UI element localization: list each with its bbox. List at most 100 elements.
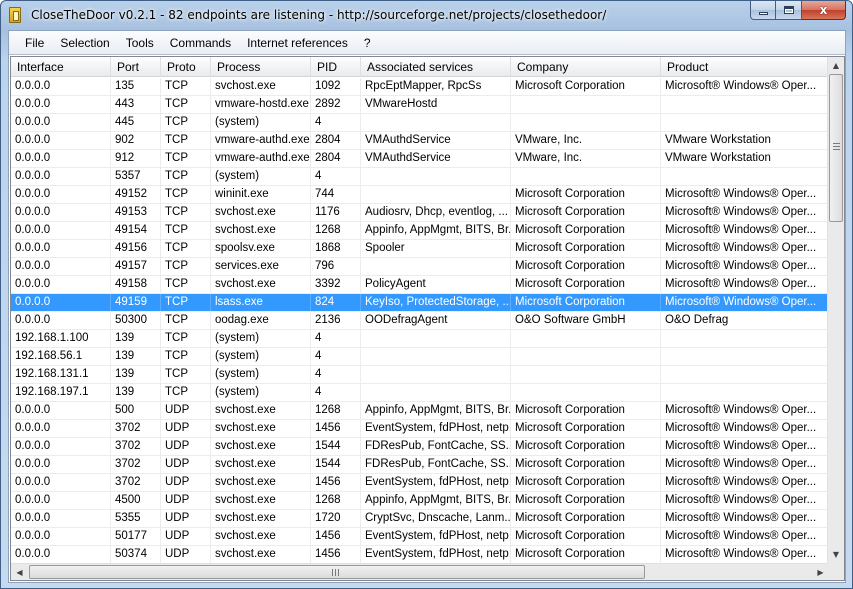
column-header-proto[interactable]: Proto: [161, 57, 211, 77]
column-header-process[interactable]: Process: [211, 57, 311, 77]
table-cell: 1092: [311, 78, 361, 95]
table-cell: Microsoft Corporation: [511, 276, 661, 293]
table-row[interactable]: 0.0.0.0 49157 TCP services.exe 796 Microsoft …: [11, 258, 829, 276]
table-cell: 902: [111, 132, 161, 149]
table-row[interactable]: 0.0.0.0 49154 TCP svchost.exe 1268 Appinfo, A…: [11, 222, 829, 240]
table-cell: Microsoft Corporation: [511, 474, 661, 491]
table-row[interactable]: 0.0.0.0 49158 TCP svchost.exe 3392 PolicyAgen…: [11, 276, 829, 294]
title-bar[interactable]: CloseTheDoor v0.2.1 - 82 endpoints are l…: [1, 1, 852, 30]
table-row[interactable]: 0.0.0.0 912 TCP vmware-authd.exe 2804 VMAuthd…: [11, 150, 829, 168]
vertical-scroll-thumb[interactable]: [829, 74, 843, 222]
scroll-down-button[interactable]: ▼: [828, 546, 844, 563]
column-header-company[interactable]: Company: [511, 57, 661, 77]
table-row[interactable]: 0.0.0.0 3702 UDP svchost.exe 1456 EventSystem…: [11, 420, 829, 438]
table-row[interactable]: 0.0.0.0 49153 TCP svchost.exe 1176 Audiosrv, …: [11, 204, 829, 222]
grip-icon: [833, 143, 840, 150]
horizontal-scrollbar[interactable]: ◀ ▶: [11, 563, 829, 580]
menu-item-selection[interactable]: Selection: [52, 32, 117, 54]
table-cell: 5357: [111, 168, 161, 185]
table-row[interactable]: 0.0.0.0 5355 UDP svchost.exe 1720 CryptSvc, D…: [11, 510, 829, 528]
table-cell: RpcEptMapper, RpcSs: [361, 78, 511, 95]
table-cell: 0.0.0.0: [11, 546, 111, 563]
table-cell: 0.0.0.0: [11, 528, 111, 545]
table-cell: UDP: [161, 402, 211, 419]
column-header-port[interactable]: Port: [111, 57, 161, 77]
menu-item-commands[interactable]: Commands: [162, 32, 239, 54]
column-header-pid[interactable]: PID: [311, 57, 361, 77]
table-row[interactable]: 0.0.0.0 3702 UDP svchost.exe 1456 EventSystem…: [11, 474, 829, 492]
table-row[interactable]: 0.0.0.0 443 TCP vmware-hostd.exe 2892 VMwareH…: [11, 96, 829, 114]
horizontal-scroll-thumb[interactable]: [29, 565, 645, 579]
table-row[interactable]: 0.0.0.0 4500 UDP svchost.exe 1268 Appinfo, Ap…: [11, 492, 829, 510]
table-row[interactable]: 0.0.0.0 902 TCP vmware-authd.exe 2804 VMAuthd…: [11, 132, 829, 150]
table-cell: 1268: [311, 492, 361, 509]
menu-item-tools[interactable]: Tools: [118, 32, 162, 54]
table-row[interactable]: 0.0.0.0 50177 UDP svchost.exe 1456 EventSyste…: [11, 528, 829, 546]
menu-item-file[interactable]: File: [17, 32, 52, 54]
table-cell: Microsoft Corporation: [511, 492, 661, 509]
table-cell: 0.0.0.0: [11, 204, 111, 221]
column-header-product[interactable]: Product: [661, 57, 829, 77]
table-row[interactable]: 0.0.0.0 50374 UDP svchost.exe 1456 EventSyste…: [11, 546, 829, 564]
menu-item-help[interactable]: ?: [356, 32, 379, 54]
table-row[interactable]: 0.0.0.0 49159 TCP lsass.exe 824 KeyIso, Prote…: [11, 294, 829, 312]
table-row[interactable]: 0.0.0.0 445 TCP (system) 4: [11, 114, 829, 132]
table-row[interactable]: 0.0.0.0 3702 UDP svchost.exe 1544 FDResPub, F…: [11, 456, 829, 474]
table-cell: [511, 384, 661, 401]
table-cell: oodag.exe: [211, 312, 311, 329]
table-cell: UDP: [161, 492, 211, 509]
table-cell: Microsoft Corporation: [511, 240, 661, 257]
table-cell: 0.0.0.0: [11, 420, 111, 437]
table-cell: 0.0.0.0: [11, 78, 111, 95]
table-row[interactable]: 0.0.0.0 500 UDP svchost.exe 1268 Appinfo, App…: [11, 402, 829, 420]
table-cell: VMware Workstation: [661, 150, 829, 167]
minimize-button[interactable]: [750, 1, 776, 20]
table-cell: Microsoft® Windows® Oper...: [661, 510, 829, 527]
table-cell: Microsoft® Windows® Oper...: [661, 420, 829, 437]
table-cell: [511, 366, 661, 383]
table-cell: TCP: [161, 150, 211, 167]
table-row[interactable]: 192.168.197.1 139 TCP (system) 4: [11, 384, 829, 402]
table-cell: Microsoft Corporation: [511, 528, 661, 545]
vertical-scrollbar[interactable]: ▲ ▼: [827, 57, 844, 563]
table-row[interactable]: 0.0.0.0 49152 TCP wininit.exe 744 Microsoft C…: [11, 186, 829, 204]
table-cell: [361, 366, 511, 383]
table-cell: TCP: [161, 96, 211, 113]
close-button[interactable]: x: [802, 1, 846, 20]
scroll-up-button[interactable]: ▲: [828, 57, 844, 74]
endpoints-list[interactable]: Interface Port Proto Process PID Associated s…: [10, 56, 845, 581]
table-cell: Appinfo, AppMgmt, BITS, Br...: [361, 492, 511, 509]
table-cell: svchost.exe: [211, 78, 311, 95]
table-cell: Microsoft Corporation: [511, 78, 661, 95]
table-cell: 0.0.0.0: [11, 168, 111, 185]
table-cell: VMware, Inc.: [511, 150, 661, 167]
table-cell: Microsoft Corporation: [511, 204, 661, 221]
table-row[interactable]: 192.168.1.100 139 TCP (system) 4: [11, 330, 829, 348]
maximize-button[interactable]: [776, 1, 802, 20]
table-row[interactable]: 0.0.0.0 135 TCP svchost.exe 1092 RpcEptMapper…: [11, 78, 829, 96]
window-title: CloseTheDoor v0.2.1 - 82 endpoints are l…: [31, 8, 607, 22]
table-cell: Microsoft® Windows® Oper...: [661, 222, 829, 239]
table-cell: 1456: [311, 420, 361, 437]
column-header-interface[interactable]: Interface: [11, 57, 111, 77]
table-row[interactable]: 0.0.0.0 50300 TCP oodag.exe 2136 OODefragAgen…: [11, 312, 829, 330]
scroll-left-button[interactable]: ◀: [11, 564, 28, 580]
table-cell: Microsoft® Windows® Oper...: [661, 474, 829, 491]
table-row[interactable]: 0.0.0.0 5357 TCP (system) 4: [11, 168, 829, 186]
table-cell: [361, 186, 511, 203]
menu-item-internet-references[interactable]: Internet references: [239, 32, 356, 54]
table-cell: [511, 348, 661, 365]
table-cell: Microsoft® Windows® Oper...: [661, 402, 829, 419]
table-cell: VMwareHostd: [361, 96, 511, 113]
table-cell: Microsoft Corporation: [511, 438, 661, 455]
column-header-associated-services[interactable]: Associated services: [361, 57, 511, 77]
table-cell: [361, 114, 511, 131]
table-row[interactable]: 0.0.0.0 49156 TCP spoolsv.exe 1868 Spooler Mic…: [11, 240, 829, 258]
table-row[interactable]: 0.0.0.0 3702 UDP svchost.exe 1544 FDResPub, F…: [11, 438, 829, 456]
arrow-up-icon: ▲: [832, 61, 840, 70]
table-cell: 139: [111, 330, 161, 347]
table-row[interactable]: 192.168.131.1 139 TCP (system) 4: [11, 366, 829, 384]
table-cell: O&O Software GmbH: [511, 312, 661, 329]
table-cell: VMAuthdService: [361, 150, 511, 167]
table-row[interactable]: 192.168.56.1 139 TCP (system) 4: [11, 348, 829, 366]
